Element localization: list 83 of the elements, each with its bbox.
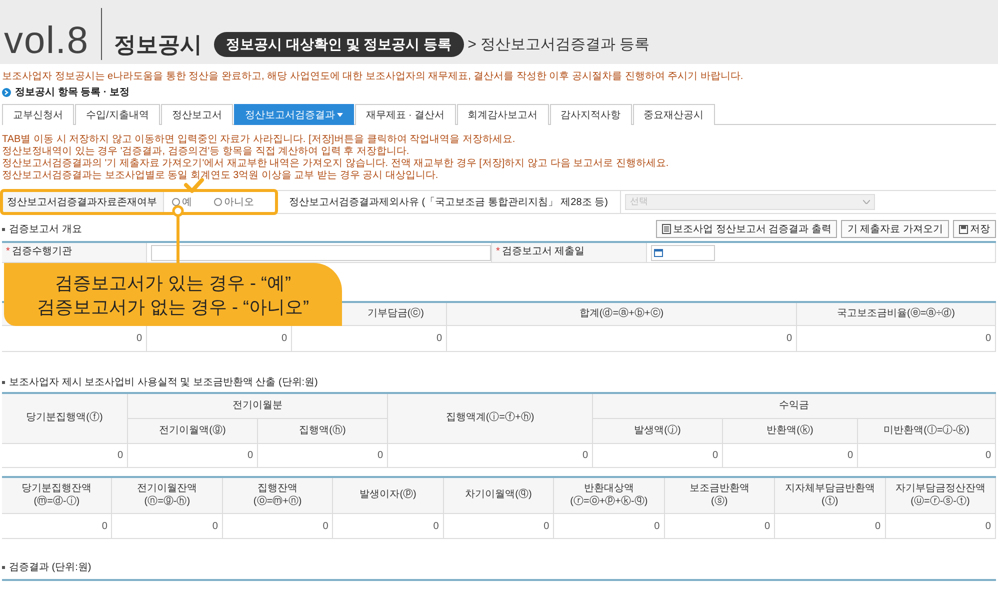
column-header: 국고보조금비율(ⓔ=ⓐ÷ⓓ): [797, 303, 996, 326]
callout-text: 검증보고서가 있는 경우 - “예”: [55, 272, 291, 294]
table-cell: 0: [258, 444, 388, 468]
volume-label: vol.8: [4, 22, 90, 60]
table-cell: 0: [2, 326, 147, 352]
column-header: 보조금반환액 (ⓢ): [664, 478, 776, 514]
caret-icon: [862, 200, 870, 204]
bullet-icon: [2, 566, 5, 568]
tab[interactable]: 수입/지출내역: [75, 104, 160, 125]
toolbar-button[interactable]: 기 제출자료 가져오기: [841, 220, 949, 238]
column-header: 발생액(ⓙ): [593, 419, 723, 444]
table-cell: 0: [554, 514, 665, 539]
table-cell: 0: [858, 444, 996, 468]
column-header: 당기분집행잔액 (ⓜ=ⓓ-ⓘ): [2, 478, 112, 514]
tab[interactable]: 중요재산공시: [632, 104, 715, 125]
table-cell: 0: [112, 514, 223, 539]
field-label-text: 검증수행기관: [12, 245, 72, 259]
tab[interactable]: 정산보고서: [160, 104, 233, 125]
toolbar-button[interactable]: 보조사업 정산보고서 검증결과 출력: [656, 220, 838, 238]
note-text: 정산보정내역이 있는 경우 '검증결과, 검증의견'등 항목을 직접 계산하여 입력 후 저장합니다.: [2, 146, 410, 158]
section-title: 정보공시 항목 등록 · 보정: [15, 86, 130, 100]
column-header: 반환대상액 (ⓡ=ⓞ+ⓟ+ⓚ-ⓠ): [554, 478, 665, 514]
table-cell: 0: [292, 326, 447, 352]
column-header: 합계(ⓓ=ⓐ+ⓑ+ⓒ): [447, 303, 797, 326]
tab[interactable]: 감사지적사항: [550, 104, 632, 125]
table-cell: 0: [664, 514, 776, 539]
note-text: 정산보고서검증결과의 '기 제출자료 가져오기'에서 재교부한 내역은 가져오지 않습니다. 전액 재교부한 경우 [저장]하지 않고 다음 보고서로 진행하세요.: [2, 158, 670, 170]
column-header: 자기부담금정산잔액 (ⓤ=ⓡ-ⓢ-ⓣ): [886, 478, 996, 514]
document-icon: [662, 224, 672, 234]
radio-option[interactable]: 아니오: [214, 194, 254, 210]
table-cell: 0: [886, 514, 996, 539]
tab[interactable]: 회계감사보고서: [456, 104, 549, 125]
field-label: 정산보고서검증결과자료존재여부: [2, 191, 164, 213]
header-title: 정보공시: [114, 34, 202, 56]
column-header: 집행잔액 (ⓞ=ⓜ+ⓝ): [222, 478, 334, 514]
breadcrumb: > 정산보고서검증결과 등록: [468, 34, 650, 54]
column-header: 지자체부담금반환액 (ⓣ): [775, 478, 886, 514]
table-cell: 0: [222, 514, 334, 539]
column-header: 집행액(ⓗ): [258, 419, 388, 444]
table-cell: 0: [447, 326, 797, 352]
column-header: 당기분집행액(ⓕ): [2, 394, 128, 444]
table-cell: 0: [2, 444, 128, 468]
subsection-title: 검증보고서 개요: [9, 222, 82, 236]
tab[interactable]: 교부신청서: [2, 104, 74, 125]
table-cell: 0: [388, 444, 593, 468]
table-cell: 0: [333, 514, 444, 539]
tab[interactable]: 재무제표 · 결산서: [354, 104, 456, 125]
field-label: 정산보고서검증결과제외사유 (「국고보조금 통합관리지침」 제28조 등): [277, 191, 621, 213]
date-field[interactable]: [651, 244, 715, 260]
required-mark: *: [6, 245, 10, 259]
column-header: 수익금: [593, 394, 996, 419]
required-mark: *: [496, 245, 500, 259]
bullet-icon: [2, 380, 5, 384]
table-cell: 0: [797, 326, 996, 352]
column-header: 반환액(ⓚ): [723, 419, 858, 444]
caret-icon: [336, 113, 343, 117]
column-header: 미반환액(ⓛ=ⓙ-ⓚ): [858, 419, 996, 444]
field-label-text: 검증보고서 제출일: [502, 245, 585, 259]
column-header: 차기이월액(ⓠ): [444, 478, 554, 514]
table-cell: 0: [775, 514, 886, 539]
toolbar-button[interactable]: 저장: [953, 220, 996, 238]
column-header: 집행액계(ⓘ=ⓕ+ⓗ): [388, 394, 593, 444]
column-header: 전기이월잔액 (ⓝ=ⓖ-ⓗ): [112, 478, 223, 514]
table-cell: 0: [2, 514, 112, 539]
save-icon: [959, 224, 968, 234]
notice-text: 보조사업자 정보공시는 e나라도움을 통한 정산을 완료하고, 해당 사업연도에 대한 보조사업자의 재무제표, 결산서를 작성한 이후 공시절차를 진행하여 주시기 바랍니다.: [2, 70, 744, 84]
table-cell: 0: [444, 514, 554, 539]
subsection-title: 보조사업자 제시 보조사업비 사용실적 및 보조금반환액 산출 (단위:원): [9, 376, 318, 390]
column-header: 전기이월액(ⓖ): [128, 419, 258, 444]
table-cell: 0: [147, 326, 292, 352]
subsection-title: 검증결과 (단위:원): [9, 560, 92, 574]
bullet-icon: [2, 228, 5, 230]
note-text: 정산보고서검증결과는 보조사업별로 동일 회계연도 3억원 이상을 교부 받는 경우 공시 대상입니다.: [2, 170, 440, 182]
table-cell: 0: [723, 444, 858, 468]
calendar-icon: [654, 248, 663, 256]
column-header: 발생이자(ⓟ): [333, 478, 444, 514]
note-text: TAB별 이동 시 저장하지 않고 이동하면 입력중인 자료가 사라집니다. [저장]버튼을 클릭하여 작업내역을 저장하세요.: [2, 134, 516, 146]
table-cell: 0: [128, 444, 258, 468]
header-pill: 정보공시 대상확인 및 정보공시 등록: [214, 32, 464, 57]
column-header: 전기이월분: [128, 394, 388, 419]
input-field[interactable]: [151, 244, 491, 260]
tab[interactable]: 정산보고서검증결과: [234, 104, 354, 125]
table-cell: 0: [593, 444, 723, 468]
